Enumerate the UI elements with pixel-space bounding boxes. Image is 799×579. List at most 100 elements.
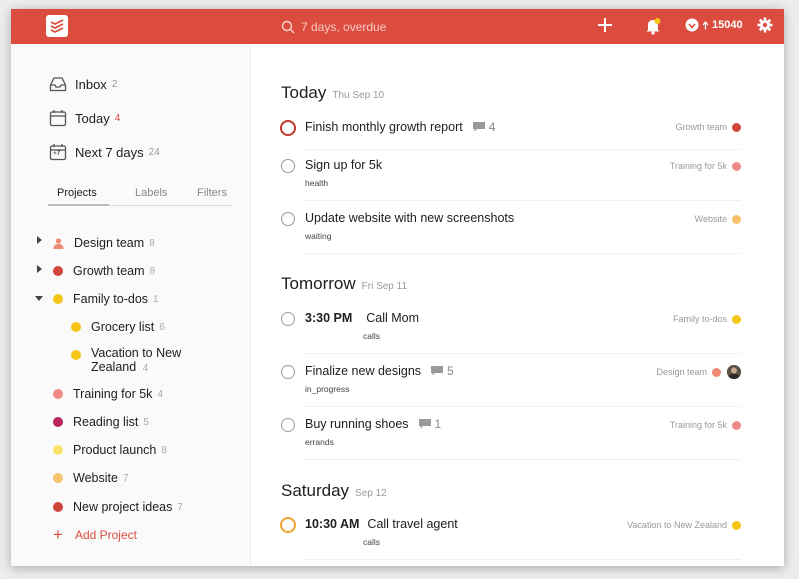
karma-button[interactable]: 15040 bbox=[685, 18, 743, 32]
project-website[interactable]: Website 7 bbox=[53, 469, 129, 487]
task-comments[interactable]: 5 bbox=[431, 364, 454, 378]
section-heading-tomorrow: Tomorrow Fri Sep 11 bbox=[281, 274, 407, 294]
expand-arrow-icon[interactable] bbox=[37, 236, 42, 244]
project-name: Design team bbox=[74, 236, 145, 250]
task-label[interactable]: health bbox=[305, 178, 328, 188]
karma-trend-up-icon bbox=[702, 20, 709, 29]
task-checkbox[interactable] bbox=[281, 365, 295, 379]
settings-button[interactable] bbox=[757, 17, 773, 38]
task-divider bbox=[305, 406, 741, 407]
project-color-dot bbox=[53, 389, 63, 399]
project-color-dot bbox=[53, 266, 63, 276]
task-item[interactable]: 10:30 AM Call travel agent calls Vacatio… bbox=[280, 517, 741, 560]
project-family-to-dos[interactable]: Family to-dos 1 bbox=[53, 290, 159, 308]
sidebar-item-next-7-days[interactable]: +7 Next 7 days 24 bbox=[49, 142, 160, 162]
task-label[interactable]: in_progress bbox=[305, 384, 349, 394]
task-title: Call travel agent bbox=[367, 517, 458, 531]
project-color-dot bbox=[712, 367, 721, 377]
task-item[interactable]: Sign up for 5k health Training for 5k bbox=[281, 158, 741, 201]
task-comments[interactable]: 4 bbox=[472, 120, 495, 134]
task-item[interactable]: Buy running shoes 1 errands Training for… bbox=[281, 417, 741, 460]
task-project-name: Training for 5k bbox=[669, 161, 727, 171]
project-name-wrap: Vacation to New Zealand 4 bbox=[91, 346, 201, 376]
sidebar-item-count: 24 bbox=[148, 146, 160, 158]
project-color-dot bbox=[732, 122, 741, 132]
expand-arrow-icon[interactable] bbox=[37, 265, 42, 273]
section-heading-today: Today Thu Sep 10 bbox=[281, 83, 384, 103]
task-title: Finish monthly growth report bbox=[305, 120, 463, 134]
project-design-team[interactable]: Design team 8 bbox=[53, 234, 155, 252]
project-training-for-5k[interactable]: Training for 5k 4 bbox=[53, 385, 163, 403]
comment-icon bbox=[472, 122, 485, 132]
task-divider bbox=[305, 353, 741, 354]
quick-find-search[interactable]: 7 days, overdue bbox=[281, 18, 386, 36]
task-title: Buy running shoes bbox=[305, 417, 409, 431]
project-color-dot bbox=[71, 350, 81, 360]
task-item[interactable]: Finalize new designs 5 in_progress Desig… bbox=[281, 364, 741, 407]
project-count: 8 bbox=[149, 265, 156, 277]
task-project-ref[interactable]: Training for 5k bbox=[670, 420, 741, 430]
task-project-ref[interactable]: Website bbox=[695, 214, 741, 224]
task-project-ref[interactable]: Design team bbox=[656, 365, 741, 379]
task-item[interactable]: Finish monthly growth report 4 Growth te… bbox=[280, 119, 741, 150]
tab-projects[interactable]: Projects bbox=[57, 187, 97, 199]
project-product-launch[interactable]: Product launch 8 bbox=[53, 441, 167, 459]
sidebar-item-inbox[interactable]: Inbox 2 bbox=[49, 74, 117, 94]
task-title-row: 10:30 AM Call travel agent bbox=[305, 517, 458, 531]
collapse-arrow-icon[interactable] bbox=[35, 296, 43, 301]
app-window: 7 days, overdue 15040 Inbox 2 Today 4 +7… bbox=[11, 9, 784, 566]
section-heading-saturday: Saturday Sep 12 bbox=[281, 481, 387, 501]
task-label[interactable]: errands bbox=[305, 437, 334, 447]
project-vacation-to-new-zealand[interactable]: Vacation to New Zealand 4 bbox=[71, 346, 201, 380]
comment-count: 1 bbox=[434, 417, 442, 431]
task-project-ref[interactable]: Vacation to New Zealand bbox=[627, 520, 741, 530]
project-new-project-ideas[interactable]: New project ideas 7 bbox=[53, 498, 183, 516]
task-label[interactable]: calls bbox=[363, 331, 380, 341]
project-color-dot bbox=[53, 473, 63, 483]
project-name: Product launch bbox=[73, 443, 157, 457]
sidebar-item-today[interactable]: Today 4 bbox=[49, 108, 120, 128]
sidebar-item-label: Next 7 days bbox=[75, 144, 144, 160]
project-count: 4 bbox=[157, 388, 163, 400]
main-content: Today Thu Sep 10 Finish monthly growth r… bbox=[251, 44, 784, 566]
task-label[interactable]: waiting bbox=[305, 231, 331, 241]
project-color-dot bbox=[53, 417, 63, 427]
tab-filters[interactable]: Filters bbox=[197, 187, 227, 199]
search-placeholder: 7 days, overdue bbox=[301, 20, 387, 34]
tab-labels[interactable]: Labels bbox=[135, 187, 167, 199]
add-task-button[interactable] bbox=[596, 16, 614, 39]
task-project-ref[interactable]: Training for 5k bbox=[670, 161, 741, 171]
task-title-row: Finalize new designs 5 bbox=[305, 364, 454, 378]
task-project-ref[interactable]: Family to-dos bbox=[673, 314, 741, 324]
project-name: Reading list bbox=[73, 415, 139, 429]
task-checkbox[interactable] bbox=[280, 120, 296, 136]
task-checkbox[interactable] bbox=[281, 312, 295, 326]
task-divider bbox=[305, 200, 741, 201]
notifications-button[interactable] bbox=[645, 17, 661, 40]
task-item[interactable]: Update website with new screenshots wait… bbox=[281, 211, 741, 254]
project-count: 7 bbox=[177, 501, 183, 513]
task-checkbox[interactable] bbox=[280, 517, 296, 533]
assignee-avatar[interactable] bbox=[727, 365, 741, 379]
project-name: Website bbox=[73, 471, 118, 485]
sidebar-item-count: 2 bbox=[111, 78, 118, 90]
task-label[interactable]: calls bbox=[363, 537, 380, 547]
calendar-7-icon: +7 bbox=[49, 143, 67, 161]
task-checkbox[interactable] bbox=[281, 418, 295, 432]
project-growth-team[interactable]: Growth team 8 bbox=[53, 262, 155, 280]
todoist-logo-icon[interactable] bbox=[46, 15, 68, 37]
task-checkbox[interactable] bbox=[281, 159, 295, 173]
karma-icon bbox=[685, 18, 699, 32]
project-grocery-list[interactable]: Grocery list 6 bbox=[71, 318, 165, 336]
task-comments[interactable]: 1 bbox=[418, 417, 442, 431]
task-item[interactable]: 3:30 PM Call Mom calls Family to-dos bbox=[281, 311, 741, 354]
calendar-icon bbox=[49, 109, 67, 127]
task-title-row: Buy running shoes 1 bbox=[305, 417, 441, 431]
add-project-button[interactable]: + Add Project bbox=[53, 526, 137, 543]
project-reading-list[interactable]: Reading list 5 bbox=[53, 413, 149, 431]
task-project-ref[interactable]: Growth team bbox=[675, 122, 741, 132]
project-count: 5 bbox=[143, 416, 149, 428]
project-count: 6 bbox=[159, 321, 165, 333]
project-name: Growth team bbox=[73, 264, 145, 278]
task-checkbox[interactable] bbox=[281, 212, 295, 226]
